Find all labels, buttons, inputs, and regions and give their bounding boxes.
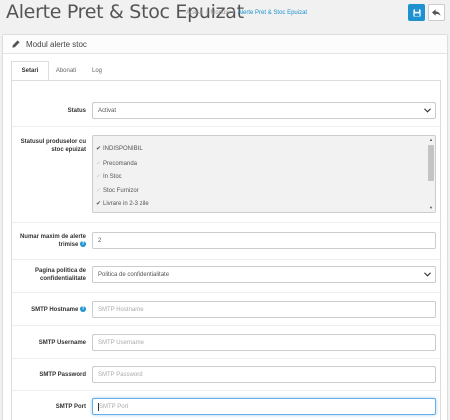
help-icon[interactable]: ? — [80, 241, 86, 248]
save-icon — [412, 8, 421, 17]
product-status-label: Statusul produselor cu stoc epuizat — [20, 139, 86, 153]
divider — [12, 325, 442, 326]
policy-page-label: Pagina politica de confidentialitate — [34, 268, 86, 282]
option-in-stoc[interactable]: ✔ In Stoc — [96, 173, 122, 180]
option-livrare[interactable]: ✔ Livrare in 2-3 zile — [96, 200, 149, 207]
option-stoc-furnizor[interactable]: ✔ Stoc Furnizor — [96, 187, 139, 194]
tab-setari[interactable]: Setari — [11, 61, 49, 81]
product-status-list[interactable]: ✔ INDISPONIBIL ✔ Precomanda ✔ In Stoc ✔ Stoc… — [92, 135, 436, 213]
max-alerts-label: Numar maxim de alerte trimise ? — [19, 234, 86, 248]
breadcrumb-home[interactable]: Acasă — [186, 10, 203, 16]
breadcrumb-modules[interactable]: Module — [210, 10, 230, 16]
breadcrumb-current[interactable]: Alerte Pret & Stoc Epuizat — [238, 10, 307, 16]
chevron-down-icon — [424, 272, 431, 277]
divider — [12, 259, 442, 260]
check-icon: ✔ — [96, 146, 102, 152]
check-icon: ✔ — [96, 188, 102, 194]
option-indisponibil[interactable]: ✔ INDISPONIBIL — [96, 145, 143, 152]
smtp-port-label: SMTP Port — [55, 404, 86, 410]
option-precomanda[interactable]: ✔ Precomanda — [96, 160, 137, 167]
smtp-username-input[interactable]: SMTP Username — [92, 334, 436, 351]
divider — [12, 126, 442, 127]
module-panel: Modul alerte stoc Setari Abonati Log Sta… — [2, 34, 448, 420]
chevron-down-icon — [424, 108, 431, 113]
help-icon[interactable]: ? — [80, 306, 86, 313]
policy-page-value: Politica de confidentialitate — [98, 271, 170, 278]
policy-page-select[interactable]: Politica de confidentialitate — [92, 266, 436, 283]
max-alerts-input[interactable]: 2 — [92, 232, 436, 249]
status-select[interactable]: Activat — [92, 102, 436, 119]
save-button[interactable] — [408, 4, 425, 21]
scroll-up-icon[interactable]: ▲ — [429, 137, 433, 142]
scroll-down-icon[interactable]: ▼ — [429, 205, 433, 210]
smtp-username-label: SMTP Username — [38, 340, 86, 346]
smtp-password-label: SMTP Password — [39, 372, 86, 378]
status-value: Activat — [98, 107, 117, 114]
panel-title: Modul alerte stoc — [26, 39, 87, 49]
tab-abonati[interactable]: Abonati — [49, 61, 83, 81]
tab-content: Status Activat Statusul produselor cu st… — [11, 80, 442, 420]
back-button[interactable] — [428, 4, 445, 21]
divider — [12, 222, 442, 223]
divider — [12, 358, 442, 359]
divider — [12, 390, 442, 391]
status-label: Status — [67, 108, 86, 114]
divider — [12, 292, 442, 293]
scrollbar-thumb[interactable] — [428, 145, 434, 181]
smtp-password-input[interactable]: SMTP Password — [92, 366, 436, 383]
panel-heading: Modul alerte stoc — [3, 35, 447, 54]
scrollbar[interactable]: ▲ ▼ — [427, 136, 435, 212]
check-icon: ✔ — [96, 201, 102, 207]
reply-icon — [432, 8, 441, 16]
pencil-icon — [12, 40, 20, 48]
smtp-port-input[interactable]: SMTP Port — [92, 398, 436, 415]
smtp-hostname-label: SMTP Hostname ? — [31, 306, 86, 313]
breadcrumb: Acasă / Module / Alerte Pret & Stoc Epuizat — [186, 10, 308, 16]
check-icon: ✔ — [96, 161, 102, 167]
page-header: Alerte Pret & Stoc Epuizat Acasă / Module /… — [0, 0, 450, 30]
check-icon: ✔ — [96, 174, 102, 180]
smtp-hostname-input[interactable]: SMTP Hostname — [92, 301, 436, 318]
tab-log[interactable]: Log — [83, 61, 111, 81]
